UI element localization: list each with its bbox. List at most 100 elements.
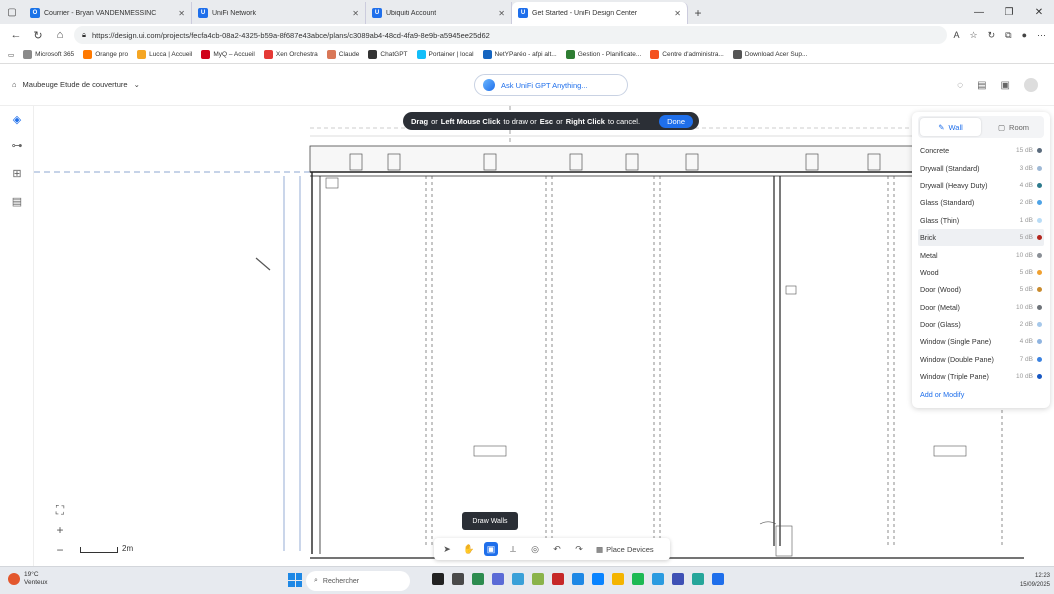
tab-wall[interactable]: ✎ Wall	[920, 118, 981, 136]
material-item[interactable]: Window (Triple Pane) 10 dB	[918, 368, 1044, 385]
favorite-link[interactable]: Claude	[326, 50, 359, 59]
back-icon[interactable]: ←	[8, 27, 24, 43]
material-item[interactable]: Metal 10 dB	[918, 246, 1044, 263]
favorite-link[interactable]: Download Acer Sup...	[732, 50, 807, 59]
zoom-out-button[interactable]: −	[50, 540, 70, 560]
material-item[interactable]: Brick 5 dB	[918, 228, 1044, 247]
favorite-link[interactable]: MyQ – Accueil	[201, 50, 255, 59]
chrome-icon[interactable]	[712, 573, 724, 585]
browser-tab[interactable]: U UniFi Network ✕	[192, 2, 366, 24]
url-input[interactable]: 🔒︎ https://design.ui.com/projects/fecfa4…	[74, 26, 948, 44]
new-tab-button[interactable]: +	[688, 2, 708, 24]
zoom-in-button[interactable]: +	[50, 520, 70, 540]
add-or-modify-link[interactable]: Add or Modify	[918, 385, 1044, 403]
taskbar-clock[interactable]: 12:23 15/09/2025	[1020, 572, 1050, 590]
close-icon[interactable]: ✕	[674, 9, 681, 18]
floor-plan-canvas[interactable]	[34, 106, 1054, 566]
grid-icon[interactable]: ⊞	[10, 166, 24, 180]
tab-actions-icon[interactable]: ▢	[0, 0, 24, 24]
browser-tab[interactable]: U Ubiquiti Account ✕	[366, 2, 512, 24]
pan-hand-icon[interactable]: ✋	[462, 542, 476, 556]
favorite-link[interactable]: Xen Orchestra	[263, 50, 318, 59]
material-item[interactable]: Drywall (Heavy Duty) 4 dB	[918, 177, 1044, 194]
header-actions: ◌ ▤ ▣	[957, 78, 1038, 92]
draw-walls-icon[interactable]: ▣	[484, 542, 498, 556]
app-icon[interactable]	[532, 573, 544, 585]
material-item[interactable]: Concrete 15 dB	[918, 142, 1044, 159]
close-window-icon[interactable]: ✕	[1024, 0, 1054, 24]
home-icon[interactable]: ⌂	[52, 27, 68, 43]
favorite-link[interactable]: Gestion - Planificate...	[565, 50, 641, 59]
material-item[interactable]: Door (Wood) 5 dB	[918, 281, 1044, 298]
fav-folder-icon[interactable]: ▭	[8, 51, 14, 59]
app-icon[interactable]	[692, 573, 704, 585]
select-cursor-icon[interactable]: ➤	[440, 542, 454, 556]
undo-icon[interactable]: ↶	[550, 542, 564, 556]
favorite-star-icon[interactable]: ☆	[970, 30, 978, 41]
refresh-icon[interactable]: ↻	[30, 27, 46, 43]
material-item[interactable]: Window (Double Pane) 7 dB	[918, 351, 1044, 368]
material-item[interactable]: Door (Glass) 2 dB	[918, 316, 1044, 333]
settings-icon[interactable]	[652, 573, 664, 585]
ask-gpt-button[interactable]: Ask UniFi GPT Anything...	[474, 74, 628, 96]
measure-icon[interactable]: ⟂	[506, 542, 520, 556]
done-button[interactable]: Done	[659, 114, 693, 128]
collections-icon[interactable]: ⧉	[1005, 30, 1011, 41]
material-item[interactable]: Window (Single Pane) 4 dB	[918, 333, 1044, 350]
favorite-link[interactable]: Centre d'administra...	[650, 50, 724, 59]
redo-icon[interactable]: ↷	[572, 542, 586, 556]
close-icon[interactable]: ✕	[498, 9, 505, 18]
favorite-link[interactable]: ChatGPT	[368, 50, 408, 59]
report-icon[interactable]: ▤	[10, 194, 24, 208]
favorite-link[interactable]: Portainer | local	[416, 50, 474, 59]
material-list: Concrete 15 dB Drywall (Standard) 3 dB Drywa…	[918, 142, 1044, 385]
wifi-icon[interactable]: ◌	[957, 80, 963, 91]
spotify-icon[interactable]	[632, 573, 644, 585]
edge-icon[interactable]	[592, 573, 604, 585]
zoom-controls: ⛶ + −	[50, 500, 70, 560]
material-name: Door (Wood)	[920, 285, 962, 295]
material-item[interactable]: Wood 5 dB	[918, 264, 1044, 281]
browser-tab[interactable]: O Courrier - Bryan VANDENMESSINC ✕	[24, 2, 192, 24]
avatar[interactable]	[1024, 78, 1038, 92]
profile-icon[interactable]: ●	[1022, 30, 1027, 40]
vscode-icon[interactable]	[572, 573, 584, 585]
sync-icon[interactable]: ↻	[988, 30, 996, 41]
app-icon[interactable]	[492, 573, 504, 585]
close-icon[interactable]: ✕	[178, 9, 185, 18]
app-icon[interactable]	[472, 573, 484, 585]
minimize-icon[interactable]: —	[964, 0, 994, 24]
project-selector[interactable]: ⌂ Maubeuge Etude de couverture ⌄	[12, 80, 140, 89]
device-icon[interactable]: ▣	[1001, 80, 1010, 91]
more-icon[interactable]: ⋯	[1037, 30, 1046, 41]
material-item[interactable]: Glass (Standard) 2 dB	[918, 194, 1044, 211]
chat-icon[interactable]: ▤	[977, 80, 986, 91]
filezilla-icon[interactable]	[552, 573, 564, 585]
weather-widget[interactable]: 19°C Venteux	[8, 571, 48, 587]
material-item[interactable]: Door (Metal) 10 dB	[918, 299, 1044, 316]
place-devices-button[interactable]: ▦ Place Devices	[596, 545, 654, 554]
app-icon[interactable]	[512, 573, 524, 585]
layers-icon[interactable]: ◈	[10, 112, 24, 126]
layers-toggle-icon[interactable]: ◎	[528, 542, 542, 556]
material-item[interactable]: Glass (Thin) 1 dB	[918, 212, 1044, 229]
close-icon[interactable]: ✕	[352, 9, 359, 18]
material-item[interactable]: Drywall (Standard) 3 dB	[918, 159, 1044, 176]
favorite-link[interactable]: Orange pro	[83, 50, 128, 59]
browser-tab-active[interactable]: U Get Started - UniFi Design Center ✕	[512, 2, 688, 24]
app-icon[interactable]	[672, 573, 684, 585]
tab-room[interactable]: ▢ Room	[983, 116, 1044, 138]
fit-screen-icon[interactable]: ⛶	[50, 500, 70, 520]
read-aloud-icon[interactable]: A	[953, 30, 959, 40]
favorite-link[interactable]: Lucca | Accueil	[137, 50, 192, 59]
topology-icon[interactable]: ⊶	[10, 138, 24, 152]
restore-icon[interactable]: ❐	[994, 0, 1024, 24]
favorite-link[interactable]: Microsoft 365	[23, 50, 74, 59]
task-view-icon[interactable]	[432, 573, 444, 585]
banner-text: or	[556, 116, 563, 126]
terminal-icon[interactable]	[452, 573, 464, 585]
windows-start-icon[interactable]	[288, 573, 302, 587]
taskbar-search[interactable]: ⌕ Rechercher	[306, 571, 410, 591]
explorer-icon[interactable]	[612, 573, 624, 585]
favorite-link[interactable]: NetYParéo - afpi alt...	[482, 50, 557, 59]
